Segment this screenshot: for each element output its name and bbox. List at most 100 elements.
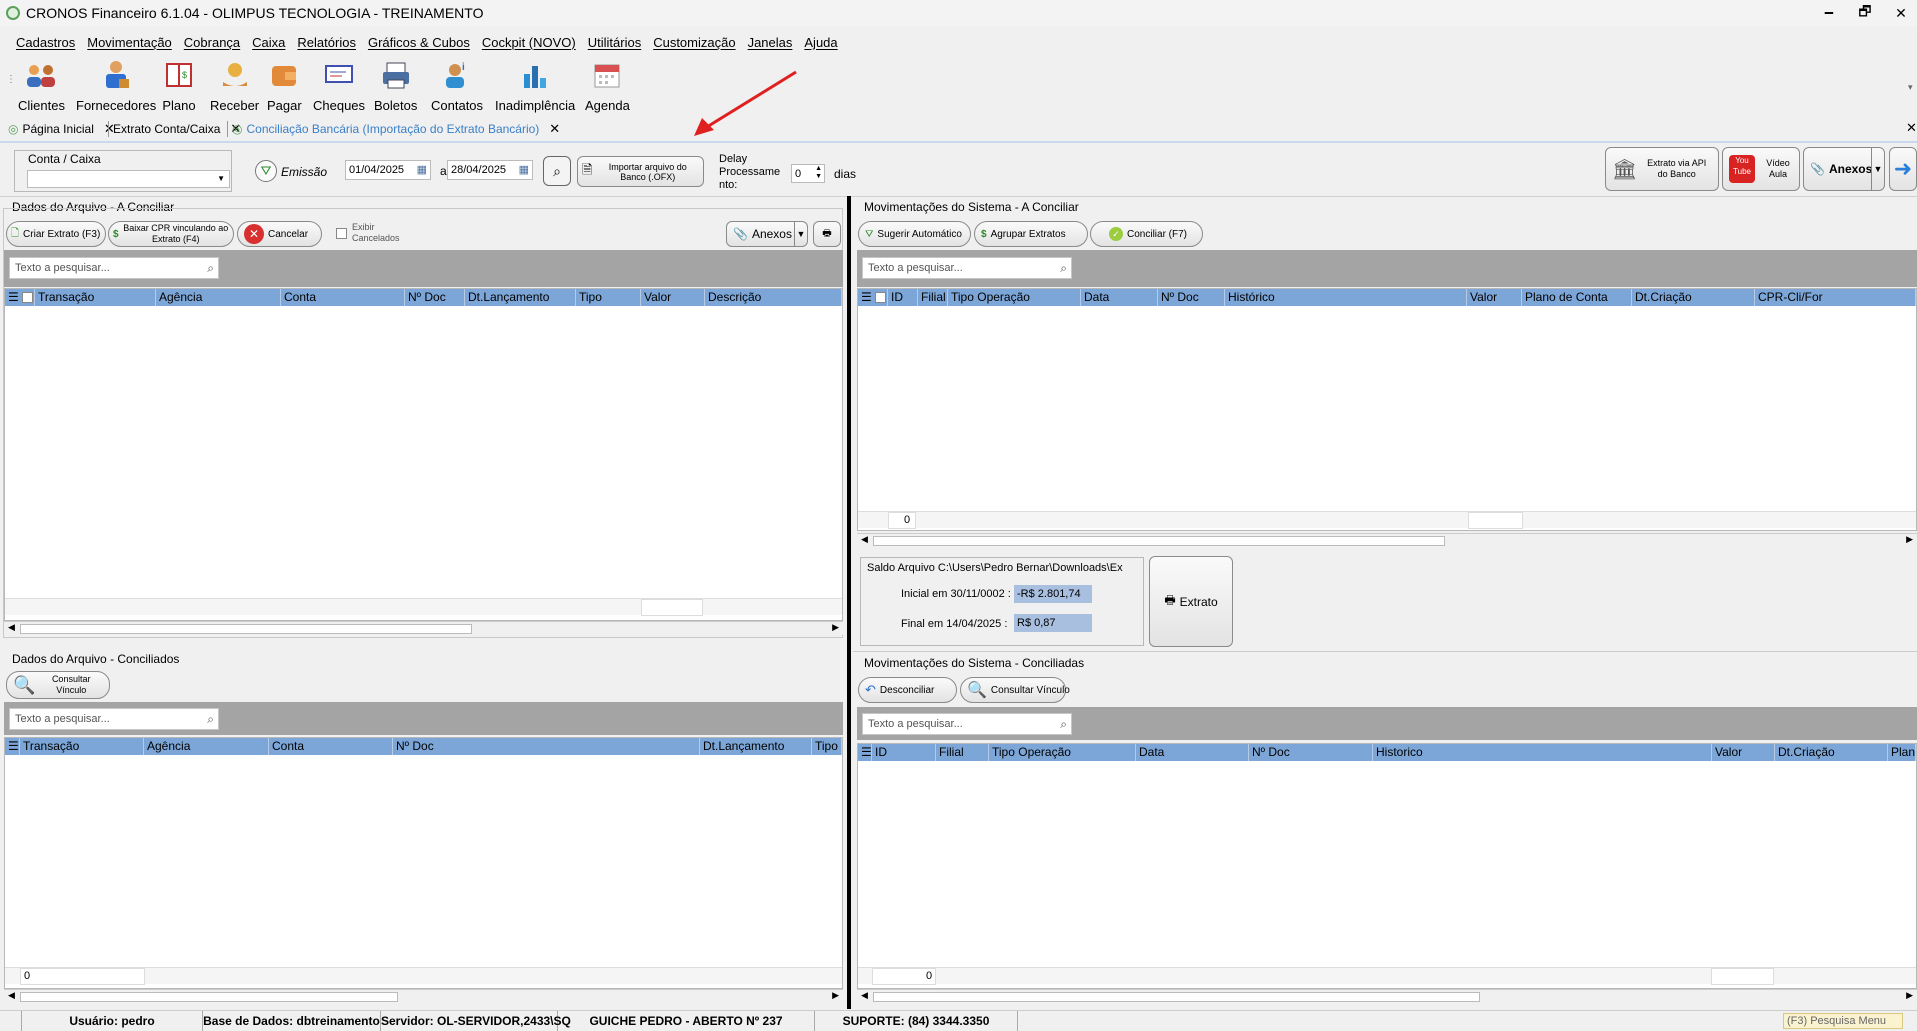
scroll-left-icon[interactable]: ◀ — [8, 990, 15, 1001]
menu-utilitarios[interactable]: Utilitários — [588, 35, 641, 50]
calendar-icon[interactable]: ▦ — [417, 163, 427, 176]
criar-extrato-button[interactable]: 🗋 Criar Extrato (F3) — [6, 221, 106, 247]
baixar-cpr-button[interactable]: $ Baixar CPR vinculando ao Extrato (F4) — [108, 221, 234, 247]
col-header[interactable]: CPR-Cli/For — [1755, 289, 1916, 306]
col-header[interactable]: Agência — [156, 289, 281, 306]
close-all-tabs-icon[interactable]: ✕ — [1906, 120, 1917, 136]
left-top-hscroll[interactable]: ◀ ▶ — [4, 621, 843, 635]
col-header[interactable]: Nº Doc — [393, 738, 700, 755]
next-button[interactable]: ➜ — [1889, 147, 1917, 191]
search-grid-button[interactable]: ⌕ — [543, 156, 571, 186]
col-header[interactable]: Plano — [1888, 744, 1916, 761]
toolbar-receber[interactable]: Receber — [210, 58, 259, 113]
col-header[interactable]: Filial — [918, 289, 948, 306]
col-header[interactable]: Dt.Lançamento — [465, 289, 576, 306]
spinner-icon[interactable]: ▲ ▼ — [815, 165, 822, 181]
col-header[interactable]: Valor — [641, 289, 705, 306]
col-header[interactable]: Valor — [1712, 744, 1775, 761]
col-header[interactable]: ID — [872, 744, 936, 761]
header-select-all[interactable]: ☰ — [858, 289, 888, 306]
header-menu-icon[interactable]: ☰ — [858, 744, 872, 761]
col-header[interactable]: Descrição — [705, 289, 842, 306]
menu-caixa[interactable]: Caixa — [252, 35, 285, 50]
search-icon[interactable]: ⌕ — [207, 712, 214, 727]
col-header[interactable]: Dt.Criação — [1632, 289, 1755, 306]
desconciliar-button[interactable]: ↶ Desconciliar — [858, 677, 957, 703]
agrupar-extratos-button[interactable]: $ Agrupar Extratos — [974, 221, 1088, 247]
col-header[interactable]: Valor — [1467, 289, 1522, 306]
toolbar-inadimplencia[interactable]: Inadimplência — [495, 58, 575, 113]
scroll-left-icon[interactable]: ◀ — [861, 990, 868, 1001]
scroll-left-icon[interactable]: ◀ — [8, 622, 15, 633]
right-bottom-search-input[interactable]: Texto a pesquisar... ⌕ — [862, 713, 1072, 735]
tab-extrato-conta[interactable]: Extrato Conta/Caixa ✕ — [113, 120, 241, 138]
col-header[interactable]: Filial — [936, 744, 989, 761]
col-header[interactable]: Nº Doc — [1249, 744, 1373, 761]
date-to-field[interactable]: 28/04/2025 ▦ — [447, 160, 533, 180]
anexos-left-button[interactable]: 📎 Anexos ▼ — [726, 221, 808, 247]
chevron-down-icon[interactable]: ▼ — [1871, 148, 1884, 190]
right-top-search-input[interactable]: Texto a pesquisar... ⌕ — [862, 257, 1072, 279]
cancelar-button[interactable]: ✕ Cancelar — [237, 221, 322, 247]
col-header[interactable]: Agência — [144, 738, 269, 755]
header-menu-icon[interactable]: ☰ — [5, 738, 20, 755]
col-header[interactable]: Historico — [1373, 744, 1712, 761]
calendar-icon[interactable]: ▦ — [519, 163, 529, 176]
col-header[interactable]: Plano de Conta — [1522, 289, 1632, 306]
col-header[interactable]: ID — [888, 289, 918, 306]
menu-janelas[interactable]: Janelas — [748, 35, 793, 50]
scroll-right-icon[interactable]: ▶ — [832, 622, 839, 633]
delay-input[interactable]: 0 ▲ ▼ — [791, 164, 825, 183]
col-header[interactable]: Tipo — [812, 738, 842, 755]
consultar-vinculo-left-button[interactable]: 🔍 Consultar Vínculo — [6, 671, 110, 699]
splitter[interactable] — [847, 196, 851, 1009]
menu-movimentacao[interactable]: Movimentação — [87, 35, 172, 50]
scroll-right-icon[interactable]: ▶ — [1906, 534, 1913, 545]
scroll-thumb[interactable] — [873, 992, 1480, 1002]
scroll-thumb[interactable] — [873, 536, 1445, 546]
consultar-vinculo-right-button[interactable]: 🔍 Consultar Vínculo — [960, 677, 1070, 703]
anexos-main-button[interactable]: 📎 Anexos ▼ — [1803, 147, 1885, 191]
tab-pagina-inicial[interactable]: ◎ Página Inicial ✕ — [8, 120, 115, 138]
col-header[interactable]: Tipo Operação — [948, 289, 1081, 306]
col-header[interactable]: Nº Doc — [405, 289, 465, 306]
col-header[interactable]: Data — [1081, 289, 1158, 306]
filter-icon[interactable]: ⛛ — [255, 160, 277, 182]
sugerir-automatico-button[interactable]: ⛛ Sugerir Automático — [858, 221, 971, 247]
close-window-button[interactable]: ✕ — [1878, 2, 1917, 24]
menu-cadastros[interactable]: Cadastros — [16, 35, 75, 50]
toolbar-boletos[interactable]: Boletos — [374, 58, 417, 113]
right-bottom-hscroll[interactable]: ◀ ▶ — [857, 989, 1917, 1003]
print-left-button[interactable]: 🖶 — [813, 221, 841, 247]
menu-ajuda[interactable]: Ajuda — [804, 35, 837, 50]
search-icon[interactable]: ⌕ — [207, 261, 214, 276]
extrato-print-button[interactable]: 🖶 Extrato — [1149, 556, 1233, 647]
search-icon[interactable]: ⌕ — [1060, 261, 1067, 276]
scroll-left-icon[interactable]: ◀ — [861, 534, 868, 545]
scroll-right-icon[interactable]: ▶ — [1906, 990, 1913, 1001]
left-top-search-input[interactable]: Texto a pesquisar... ⌕ — [9, 257, 219, 279]
menu-graficos[interactable]: Gráficos & Cubos — [368, 35, 470, 50]
col-header[interactable]: Dt.Criação — [1775, 744, 1888, 761]
menu-search-input[interactable]: (F3) Pesquisa Menu — [1783, 1013, 1903, 1029]
left-bottom-search-input[interactable]: Texto a pesquisar... ⌕ — [9, 708, 219, 730]
tab-conciliacao[interactable]: ◎ Conciliação Bancária (Importação do Ext… — [232, 120, 560, 138]
toolbar-plano[interactable]: $ Plano — [162, 58, 196, 113]
scroll-right-icon[interactable]: ▶ — [832, 990, 839, 1001]
scroll-thumb[interactable] — [20, 624, 472, 634]
col-header[interactable]: Transação — [35, 289, 156, 306]
toolbar-overflow-icon[interactable]: ▾ — [1908, 82, 1913, 93]
exibir-cancelados-checkbox[interactable] — [336, 228, 347, 239]
close-tab-icon[interactable]: ✕ — [549, 121, 560, 137]
menu-relatorios[interactable]: Relatórios — [297, 35, 356, 50]
conta-caixa-select[interactable]: ▼ — [27, 170, 230, 188]
scroll-thumb[interactable] — [20, 992, 398, 1002]
col-header[interactable]: Conta — [281, 289, 405, 306]
col-header[interactable]: Tipo Operação — [989, 744, 1136, 761]
menu-customizacao[interactable]: Customização — [653, 35, 735, 50]
import-ofx-button[interactable]: 🗎 Importar arquivo do Banco (.OFX) — [577, 156, 704, 187]
menu-cockpit[interactable]: Cockpit (NOVO) — [482, 35, 576, 50]
col-header[interactable]: Conta — [269, 738, 393, 755]
search-icon[interactable]: ⌕ — [1060, 717, 1067, 732]
toolbar-agenda[interactable]: Agenda — [585, 58, 630, 113]
